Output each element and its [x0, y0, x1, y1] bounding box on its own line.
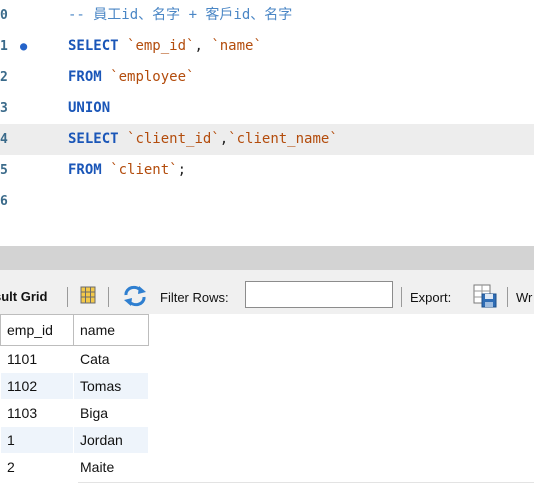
cell-name[interactable]: Maite [73, 453, 149, 481]
result-toolbar: sult Grid Filter Rows: Export: [0, 270, 534, 315]
sql-identifier: `name` [211, 38, 262, 54]
sql-punctuation [119, 131, 127, 147]
cell-name[interactable]: Cata [73, 345, 149, 373]
code-text: UNION [68, 93, 110, 124]
table-row[interactable]: 1101 Cata [0, 345, 149, 373]
export-icon[interactable] [472, 283, 498, 309]
table-row[interactable]: 1103 Biga [0, 399, 149, 427]
sql-keyword: FROM [68, 162, 102, 178]
sql-identifier: `client` [110, 162, 178, 178]
code-text: FROM `employee` [68, 62, 194, 93]
line-number: 2 [0, 70, 8, 85]
column-header-emp-id[interactable]: emp_id [0, 314, 74, 346]
cell-emp-id[interactable]: 1103 [0, 399, 74, 427]
cell-name[interactable]: Jordan [73, 426, 149, 454]
code-text: -- 員工id、名字 + 客戶id、名字 [68, 0, 292, 31]
sql-punctuation: ; [177, 162, 187, 178]
cell-emp-id[interactable]: 1102 [0, 372, 74, 400]
code-text: FROM `client`; [68, 155, 186, 186]
header-row: emp_id name [0, 314, 149, 346]
sql-identifier: `emp_id` [127, 38, 195, 54]
line-number: 4 [0, 132, 8, 147]
table-row[interactable]: 1102 Tomas [0, 372, 149, 400]
table-row[interactable]: 2 Maite [0, 453, 149, 481]
line-number: 0 [0, 8, 8, 23]
grid-layout-icon[interactable] [80, 286, 96, 304]
cell-emp-id[interactable]: 1101 [0, 345, 74, 373]
table-row[interactable]: 1 Jordan [0, 426, 149, 454]
sql-punctuation [102, 162, 110, 178]
code-line[interactable]: 1 ● SELECT `emp_id`, `name` [0, 31, 534, 62]
filter-rows-label: Filter Rows: [160, 290, 229, 305]
column-header-name[interactable]: name [73, 314, 149, 346]
result-table: emp_id name 1101 Cata 1102 Tomas 1103 Biga 1 Jo… [0, 314, 149, 481]
cell-emp-id[interactable]: 2 [0, 453, 74, 481]
code-line[interactable]: 2 FROM `employee` [0, 62, 534, 93]
breakpoint-marker: ● [20, 39, 28, 53]
sql-punctuation: , [194, 38, 212, 54]
result-grid-tab[interactable]: sult Grid [0, 289, 47, 304]
wrap-cell-content-label[interactable]: Wr [516, 290, 532, 305]
pane-splitter[interactable] [0, 246, 534, 270]
cell-emp-id[interactable]: 1 [0, 426, 74, 454]
export-label: Export: [410, 290, 452, 305]
line-number: 3 [0, 101, 8, 116]
sql-comment: -- 員工id、名字 + 客戶id、名字 [68, 7, 293, 23]
sql-punctuation: , [219, 131, 229, 147]
code-line[interactable]: 0 -- 員工id、名字 + 客戶id、名字 [0, 0, 534, 31]
sql-keyword: FROM [68, 69, 102, 85]
refresh-icon[interactable] [122, 285, 148, 307]
code-text: SELECT `client_id`,`client_name` [68, 124, 338, 155]
code-text: SELECT `emp_id`, `name` [68, 31, 262, 62]
line-number: 1 [0, 39, 8, 54]
toolbar-separator [108, 287, 109, 307]
sql-keyword: SELECT [68, 131, 119, 147]
line-number: 5 [0, 163, 8, 178]
toolbar-separator [67, 287, 68, 307]
code-line[interactable]: 6 [0, 186, 534, 217]
toolbar-separator [401, 287, 402, 307]
filter-rows-input[interactable] [245, 281, 393, 308]
result-grid: emp_id name 1101 Cata 1102 Tomas 1103 Biga 1 Jo… [0, 314, 534, 484]
sql-identifier: `client_name` [228, 131, 338, 147]
cell-name[interactable]: Tomas [73, 372, 149, 400]
code-line[interactable]: 5 FROM `client`; [0, 155, 534, 186]
sql-identifier: `client_id` [127, 131, 220, 147]
sql-keyword: SELECT [68, 38, 119, 54]
sql-keyword: UNION [68, 100, 111, 116]
sql-punctuation [102, 69, 110, 85]
grid-divider [78, 482, 534, 483]
code-line[interactable]: 4 SELECT `client_id`,`client_name` [0, 124, 534, 155]
sql-punctuation [119, 38, 127, 54]
toolbar-separator [507, 287, 508, 307]
sql-editor[interactable]: 0 -- 員工id、名字 + 客戶id、名字 1 ● SELECT `emp_id`, … [0, 0, 534, 246]
code-line[interactable]: 3 UNION [0, 93, 534, 124]
sql-identifier: `employee` [110, 69, 195, 85]
cell-name[interactable]: Biga [73, 399, 149, 427]
line-number: 6 [0, 194, 8, 209]
